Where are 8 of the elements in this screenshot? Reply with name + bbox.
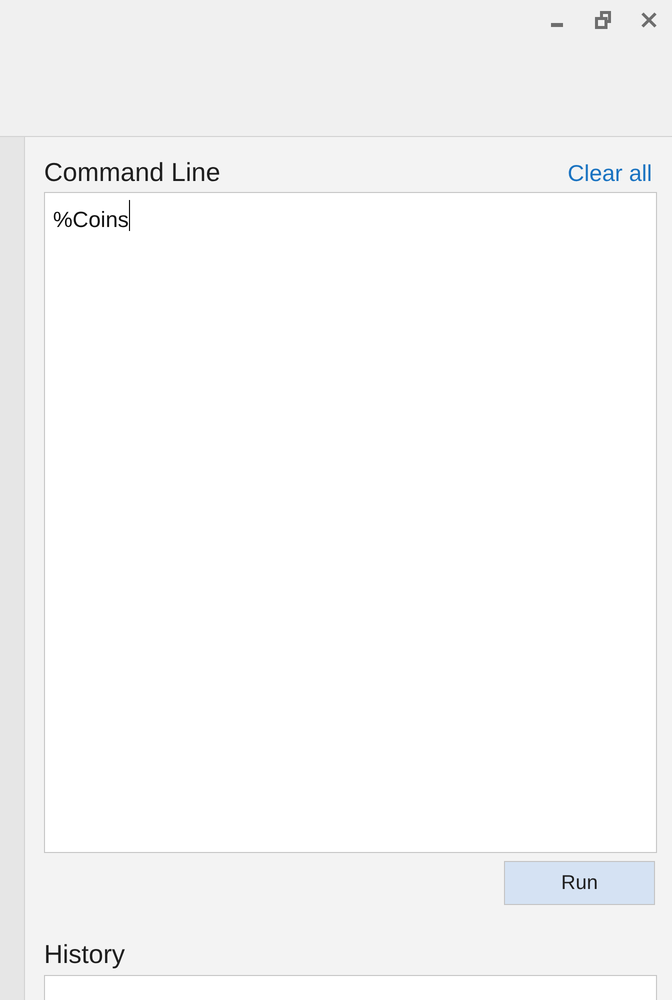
command-input-field[interactable]: %Coins: [44, 192, 657, 853]
minimize-icon: [551, 23, 563, 27]
command-line-heading: Command Line: [44, 156, 220, 188]
restore-icon: [595, 11, 611, 29]
history-heading: History: [44, 938, 125, 970]
run-button[interactable]: Run: [504, 861, 655, 905]
close-icon: [641, 12, 657, 28]
clear-all-link[interactable]: Clear all: [568, 159, 652, 187]
